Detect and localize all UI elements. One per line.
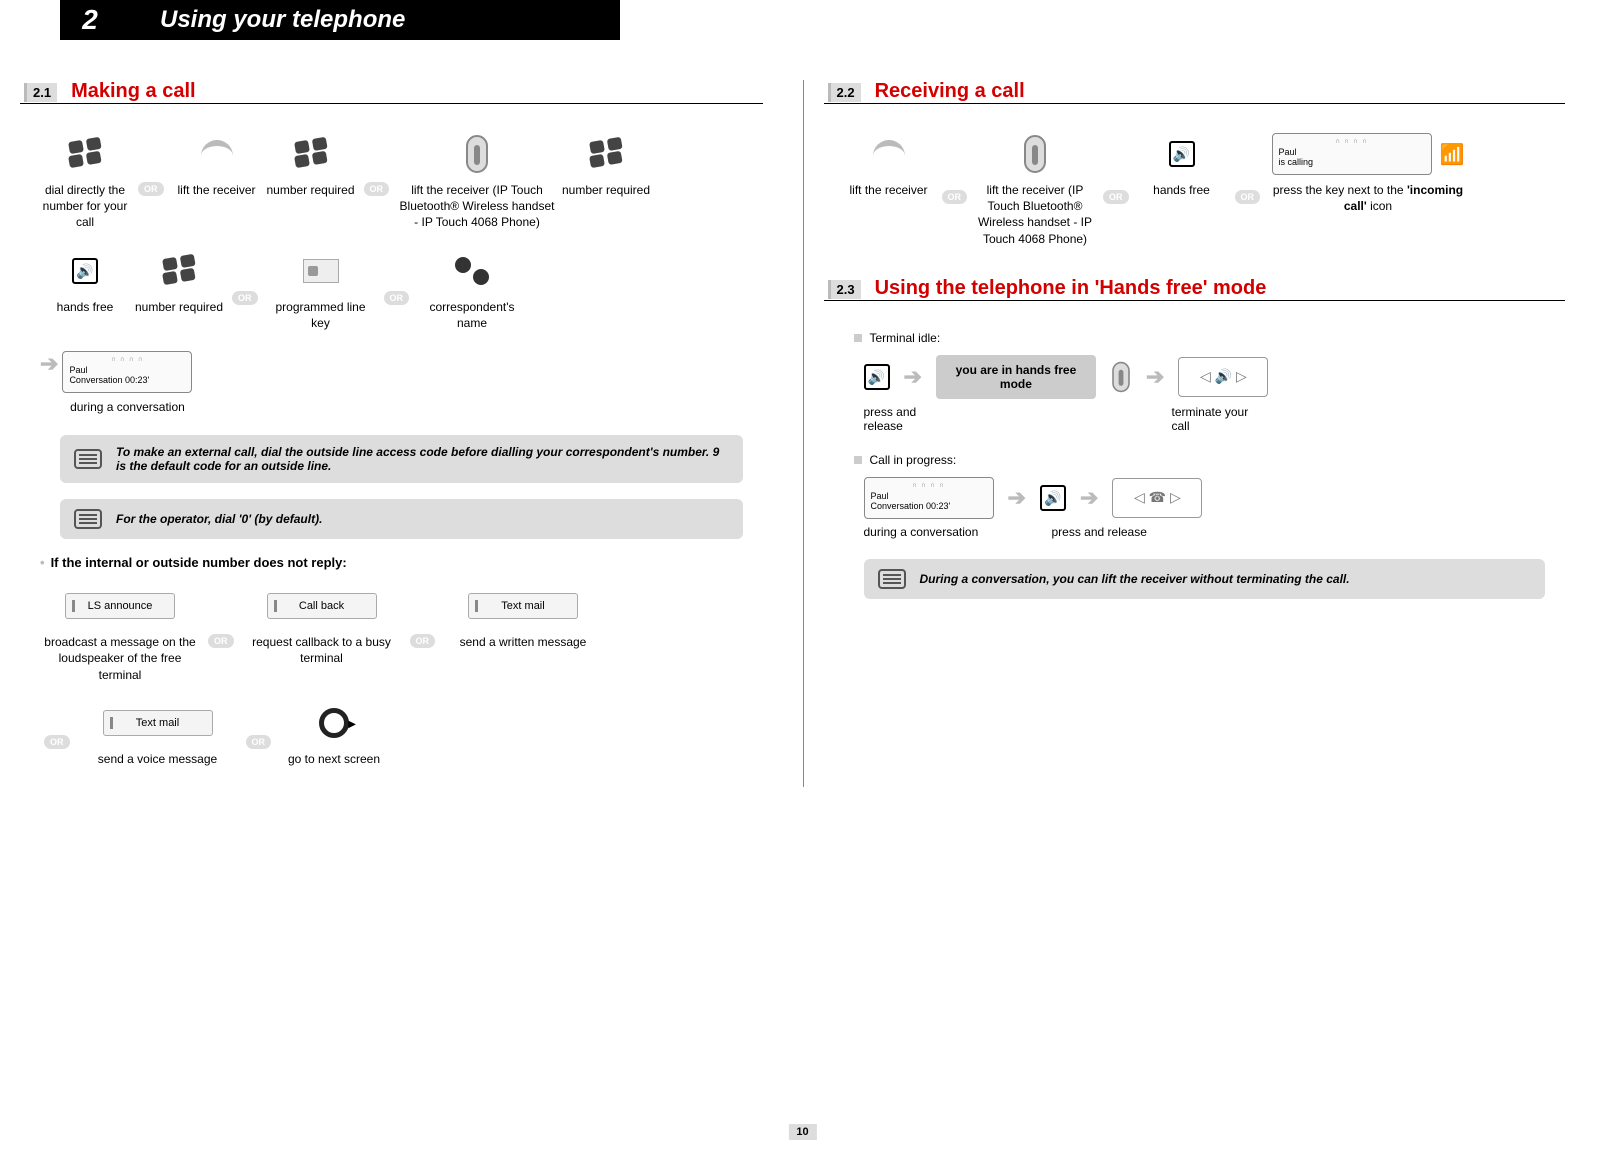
lcd-screen: ∩ ∩ ∩ ∩ Paul Conversation 00:23'	[864, 477, 994, 519]
no-reply-heading: If the internal or outside number does n…	[40, 555, 763, 570]
caption: dial directly the number for your call	[40, 182, 130, 231]
handset-icon	[1112, 362, 1130, 392]
lcd-screen: ∩ ∩ ∩ ∩ Paul is calling	[1272, 133, 1432, 175]
terminal-idle-label: Terminal idle:	[854, 331, 1566, 345]
bullet-icon	[854, 456, 862, 464]
display-box: ◁ ☎ ▷	[1112, 478, 1202, 518]
section-title: Making a call	[71, 80, 196, 103]
softkey-text-mail-2: Text mail	[103, 710, 213, 736]
making-call-row-1: dial directly the number for your call O…	[20, 134, 763, 231]
section-2-2-header: 2.2 Receiving a call	[824, 80, 1566, 104]
softkey-ls-announce: LS announce	[65, 593, 175, 619]
arrow-icon: ➔	[904, 364, 922, 390]
page-number: 10	[788, 1124, 816, 1140]
chapter-title: Using your telephone	[120, 0, 620, 40]
arrow-icon: ➔	[1146, 364, 1164, 390]
bluetooth-handset-icon	[466, 135, 488, 173]
lcd-screen: ∩ ∩ ∩ ∩ Paul Conversation 00:23'	[62, 351, 192, 393]
or-badge: OR	[138, 182, 164, 196]
keypad-icon	[67, 139, 103, 169]
status-box: you are in hands free mode	[936, 355, 1096, 399]
conversation-display: ➔ ∩ ∩ ∩ ∩ Paul Conversation 00:23' durin…	[20, 351, 763, 415]
no-reply-row-1: LS announce broadcast a message on the l…	[20, 586, 763, 683]
softkey-text-mail: Text mail	[468, 593, 578, 619]
keypad-icon	[588, 139, 624, 169]
keypad-icon	[293, 139, 329, 169]
left-column: 2.1 Making a call dial directly the numb…	[0, 80, 803, 787]
arrow-icon: ➔	[40, 351, 58, 377]
note-icon	[74, 509, 102, 529]
note-icon	[878, 569, 906, 589]
keypad-icon	[161, 256, 197, 286]
speaker-icon	[864, 364, 890, 390]
no-reply-row-2: OR Text mail send a voice message OR go …	[20, 703, 763, 767]
speaker-icon	[1040, 485, 1066, 511]
display-box: ◁ 🔊 ▷	[1178, 357, 1268, 397]
line-key-icon	[303, 259, 339, 283]
name-keys-icon	[455, 257, 489, 285]
softkey-call-back: Call back	[267, 593, 377, 619]
bluetooth-handset-icon	[1024, 135, 1046, 173]
section-number: 2.1	[24, 83, 57, 102]
chapter-number: 2	[60, 0, 120, 40]
section-2-3-header: 2.3 Using the telephone in 'Hands free' …	[824, 277, 1566, 301]
handset-icon	[873, 140, 905, 168]
progress-flow: ∩ ∩ ∩ ∩ Paul Conversation 00:23' ➔ ➔ ◁ ☎…	[864, 477, 1566, 519]
arrow-icon: ➔	[1008, 485, 1026, 511]
note-operator: For the operator, dial '0' (by default).	[60, 499, 743, 539]
signal-icon: 📶	[1440, 142, 1465, 167]
making-call-row-2: hands free number required OR programmed…	[20, 251, 763, 331]
chapter-header: 2 Using your telephone	[60, 0, 1605, 40]
handset-icon	[201, 140, 233, 168]
note-icon	[74, 449, 102, 469]
nav-ring-icon	[319, 708, 349, 738]
receiving-call-row: lift the receiver OR lift the receiver (…	[824, 134, 1566, 247]
speaker-icon	[1169, 141, 1195, 167]
arrow-icon: ➔	[1080, 485, 1098, 511]
bullet-icon	[854, 334, 862, 342]
right-column: 2.2 Receiving a call lift the receiver O…	[803, 80, 1605, 787]
note-external-call: To make an external call, dial the outsi…	[60, 435, 743, 483]
idle-flow: ➔ you are in hands free mode ➔ ◁ 🔊 ▷	[864, 355, 1566, 399]
press-key-caption: press the key next to the 'incoming call…	[1268, 182, 1468, 214]
speaker-icon	[72, 258, 98, 284]
call-in-progress-label: Call in progress:	[854, 453, 1566, 467]
section-2-1-header: 2.1 Making a call	[20, 80, 763, 104]
note-handsfree: During a conversation, you can lift the …	[864, 559, 1546, 599]
